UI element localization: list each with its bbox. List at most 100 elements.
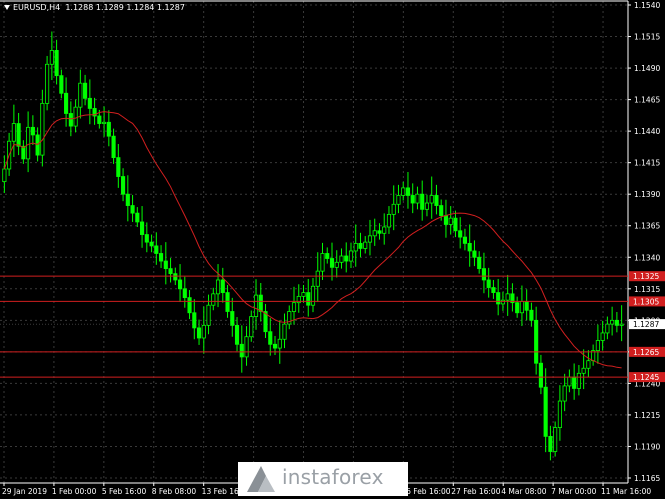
candle-bear xyxy=(543,386,548,437)
candle-bull xyxy=(386,213,392,228)
candle-bear xyxy=(111,135,116,159)
candle-bear xyxy=(168,268,173,275)
candle-bear xyxy=(64,92,69,114)
candle-bear xyxy=(443,215,449,225)
candle-bull xyxy=(396,195,401,205)
candle-bull xyxy=(382,226,387,234)
y-tick-label: 1.1365 xyxy=(634,222,660,231)
candle-bear xyxy=(272,343,278,349)
candle-bull xyxy=(401,187,406,196)
candle-bull xyxy=(206,304,211,326)
candle-bear xyxy=(453,217,458,232)
y-tick-label: 1.1440 xyxy=(634,127,660,136)
candle-bear xyxy=(420,193,425,210)
candle-bull xyxy=(562,385,567,402)
x-tick-label: 4 Mar 08:00 xyxy=(501,487,547,496)
price-chart[interactable]: 1.1540 1.1515 1.1490 1.1465 1.1440 1.1415 1.13… xyxy=(0,0,665,499)
candle-bull xyxy=(334,261,339,268)
candle-bear xyxy=(144,234,149,243)
candle-bull xyxy=(557,400,562,428)
candle-bull xyxy=(610,319,615,325)
candle-bear xyxy=(30,126,35,136)
level-label: 1.1305 xyxy=(633,297,659,306)
candle-bull xyxy=(415,193,420,204)
candle-bear xyxy=(405,187,411,196)
candle-bull xyxy=(282,323,287,340)
candle-bear xyxy=(177,279,183,290)
chart-background xyxy=(0,0,665,499)
candle-bull xyxy=(581,367,586,374)
ohlc-values: 1.1288 1.1289 1.1284 1.1287 xyxy=(65,3,185,12)
candle-bull xyxy=(505,293,510,301)
y-tick-label: 1.1415 xyxy=(634,159,660,168)
candle-bull xyxy=(567,376,572,387)
candle-bear xyxy=(258,294,263,312)
candle-bear xyxy=(462,236,468,244)
candle-bull xyxy=(363,241,368,249)
candle-bear xyxy=(410,195,415,204)
candle-bull xyxy=(429,195,434,204)
candle-bull xyxy=(40,102,45,156)
x-tick-label: 7 Mar 00:00 xyxy=(551,487,597,496)
y-tick-label: 1.1540 xyxy=(634,1,660,10)
candle-bull xyxy=(253,294,259,317)
candle-bear xyxy=(358,242,363,249)
y-tick-label: 1.1390 xyxy=(634,190,660,199)
symbol-label: EURUSD,H4 xyxy=(13,3,61,12)
candle-bear xyxy=(614,319,619,326)
candle-bull xyxy=(249,316,254,338)
candle-bull xyxy=(372,230,377,237)
x-tick-label: 26 Feb 16:00 xyxy=(401,487,450,496)
collapse-arrow-icon[interactable] xyxy=(4,5,10,10)
candle-bear xyxy=(496,292,501,305)
candle-bull xyxy=(11,123,16,142)
candle-bear xyxy=(306,292,311,306)
candle-bear xyxy=(116,157,121,177)
candle-bull xyxy=(595,340,600,352)
candle-bull xyxy=(519,301,524,314)
watermark-text: instaforex xyxy=(282,465,384,489)
candle-bear xyxy=(140,221,145,235)
x-tick-label: 11 Mar 16:00 xyxy=(601,487,651,496)
candle-bear xyxy=(158,253,164,262)
candle-bull xyxy=(315,270,320,287)
candle-bear xyxy=(68,113,73,127)
candle-bear xyxy=(182,288,187,299)
candle-bear xyxy=(481,268,486,281)
candle-bear xyxy=(524,301,529,311)
x-tick-label: 1 Feb 00:00 xyxy=(52,487,97,496)
candle-bull xyxy=(301,292,306,297)
candle-bear xyxy=(239,343,244,358)
candle-bear xyxy=(268,331,273,345)
candle-bear xyxy=(225,292,230,312)
candle-bear xyxy=(187,297,192,314)
current-price-label: 1.1287 xyxy=(633,320,659,329)
candle-bull xyxy=(424,202,430,210)
candle-bear xyxy=(467,242,472,252)
candle-bear xyxy=(548,435,553,452)
candle-bull xyxy=(553,427,558,452)
y-tick-label: 1.1490 xyxy=(634,64,660,73)
chart-title: EURUSD,H4 1.1288 1.1289 1.1284 1.1287 xyxy=(4,3,185,12)
candle-bear xyxy=(121,176,126,195)
candle-bear xyxy=(154,245,159,254)
candle-bull xyxy=(600,332,605,341)
candle-bull xyxy=(576,372,581,389)
candle-bear xyxy=(572,376,577,389)
candle-bear xyxy=(472,250,477,258)
candle-bull xyxy=(244,336,249,358)
candle-bear xyxy=(97,115,102,124)
candle-bear xyxy=(234,324,240,345)
candle-bear xyxy=(192,312,197,329)
candle-bear xyxy=(538,362,543,388)
candle-bull xyxy=(605,323,610,334)
candle-bull xyxy=(320,253,325,272)
candle-bull xyxy=(201,324,206,339)
candle-bull xyxy=(391,203,396,215)
instaforex-logo-icon xyxy=(247,466,275,492)
candle-bull xyxy=(26,126,31,160)
x-tick-label: 29 Jan 2019 xyxy=(2,487,47,496)
y-tick-label: 1.1340 xyxy=(634,253,660,262)
candle-bear xyxy=(135,212,140,223)
candle-bear xyxy=(458,230,463,238)
